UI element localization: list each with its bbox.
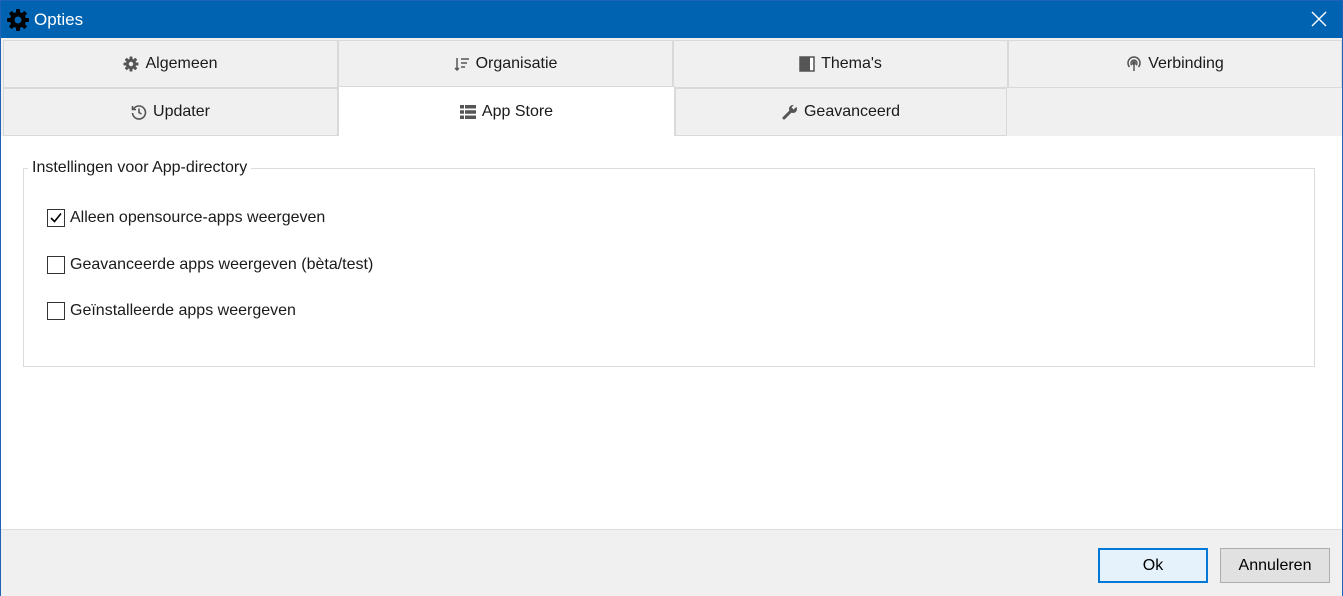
title-bar[interactable]: Opties <box>1 1 1342 38</box>
gear-icon <box>6 8 30 32</box>
checkbox-label: Geavanceerde apps weergeven (bèta/test) <box>70 256 374 273</box>
checkbox[interactable] <box>47 256 65 274</box>
cancel-button[interactable]: Annuleren <box>1220 548 1330 583</box>
gear-icon <box>123 56 139 72</box>
tab-label: Geavanceerd <box>803 103 901 120</box>
history-icon <box>131 104 147 120</box>
checkbox[interactable] <box>47 209 65 227</box>
checkbox[interactable] <box>47 302 65 320</box>
options-window: Opties Algemeen Organisatie Thema's Verb… <box>0 0 1343 596</box>
tab-label: Updater <box>153 103 210 120</box>
tab-app-store[interactable]: App Store <box>338 86 675 136</box>
checkmark-icon <box>50 212 62 223</box>
checkbox-opensource-only[interactable]: Alleen opensource-apps weergeven <box>47 209 325 227</box>
tab-themas[interactable]: Thema's <box>673 40 1008 88</box>
theme-icon <box>799 56 815 72</box>
tab-strip: Algemeen Organisatie Thema's Verbinding … <box>1 38 1342 136</box>
sort-icon <box>454 56 470 72</box>
group-legend: Instellingen voor App-directory <box>28 159 252 177</box>
list-icon <box>459 104 476 120</box>
checkbox-advanced-apps[interactable]: Geavanceerde apps weergeven (bèta/test) <box>47 256 373 274</box>
dialog-footer: Ok Annuleren <box>1 529 1342 596</box>
tab-label: Thema's <box>821 55 882 72</box>
tab-updater[interactable]: Updater <box>3 88 338 136</box>
broadcast-icon <box>1126 56 1142 72</box>
tab-content-app-store: Instellingen voor App-directory Alleen o… <box>1 136 1342 529</box>
checkbox-label: Alleen opensource-apps weergeven <box>70 209 326 226</box>
tab-organisatie[interactable]: Organisatie <box>338 40 673 88</box>
tab-label: App Store <box>481 102 554 120</box>
app-directory-group: Instellingen voor App-directory Alleen o… <box>23 159 1315 367</box>
close-icon <box>1311 11 1327 27</box>
tab-algemeen[interactable]: Algemeen <box>3 40 338 88</box>
checkbox-installed-apps[interactable]: Geïnstalleerde apps weergeven <box>47 302 296 320</box>
tab-label: Organisatie <box>475 55 558 72</box>
tab-label: Algemeen <box>145 55 218 72</box>
wrench-icon <box>782 104 798 120</box>
checkbox-label: Geïnstalleerde apps weergeven <box>70 302 296 319</box>
tab-label: Verbinding <box>1148 55 1224 72</box>
ok-button[interactable]: Ok <box>1098 548 1208 583</box>
close-button[interactable] <box>1296 1 1342 38</box>
tab-verbinding[interactable]: Verbinding <box>1008 40 1342 88</box>
tab-geavanceerd[interactable]: Geavanceerd <box>675 88 1007 136</box>
window-title: Opties <box>34 10 84 29</box>
